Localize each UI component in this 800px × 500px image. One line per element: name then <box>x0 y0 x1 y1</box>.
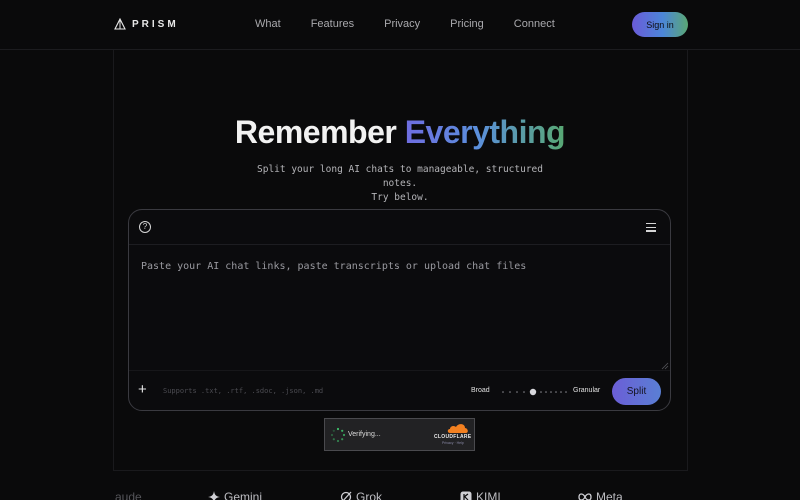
hero-title-part2: Everything <box>404 114 566 150</box>
nav-link-privacy[interactable]: Privacy <box>384 18 420 30</box>
frame-divider-right <box>687 50 688 470</box>
cloudflare-wordmark: CLOUDFLARE <box>434 434 472 440</box>
brand-grok-label: Grok <box>356 490 383 500</box>
add-file-icon[interactable]: + <box>138 382 147 397</box>
brand-kimi: KIMI <box>460 490 501 500</box>
frame-divider-left <box>113 50 114 470</box>
meta-infinity-icon <box>578 493 592 500</box>
brand-grok: Grok <box>340 490 382 500</box>
split-button[interactable]: Split <box>612 378 661 405</box>
brand-meta: Meta <box>578 490 623 500</box>
granularity-left-label: Broad <box>471 387 490 394</box>
resize-grip-icon[interactable] <box>661 362 669 370</box>
cloudflare-logo: CLOUDFLARE Privacy · Help <box>432 423 472 445</box>
chat-input-card: ? + Supports .txt, .rtf, .sdoc, .json, .… <box>128 209 671 411</box>
prism-logo-icon <box>114 18 126 30</box>
sign-in-button[interactable]: Sign in <box>632 12 688 37</box>
brand-claude-label: aude <box>115 490 142 500</box>
nav-links: What Features Privacy Pricing Connect <box>255 18 555 30</box>
hamburger-menu-icon[interactable] <box>646 223 656 232</box>
hero-subtitle: Split your long AI chats to manageable, … <box>240 163 560 205</box>
brand-claude: aude <box>115 490 142 500</box>
captcha-links[interactable]: Privacy · Help <box>442 441 464 445</box>
grok-icon <box>340 491 352 500</box>
captcha-status: Verifying... <box>348 431 381 438</box>
brand-gemini: Gemini <box>208 490 262 500</box>
kimi-icon <box>460 491 472 500</box>
granularity-slider[interactable] <box>501 388 567 396</box>
gemini-sparkle-icon <box>208 491 220 500</box>
hero-subtitle-line2: Try below. <box>371 192 429 203</box>
brand-meta-label: Meta <box>596 490 623 500</box>
editor-footer: + Supports .txt, .rtf, .sdoc, .json, .md… <box>129 370 670 412</box>
supported-formats: Supports .txt, .rtf, .sdoc, .json, .md <box>163 387 324 395</box>
editor-header: ? <box>129 210 670 245</box>
cloudflare-captcha[interactable]: Verifying... CLOUDFLARE Privacy · Help <box>324 418 475 451</box>
granularity-right-label: Granular <box>573 387 601 394</box>
hero-title-part1: Remember <box>234 114 397 150</box>
hero-subtitle-line1: Split your long AI chats to manageable, … <box>257 164 543 189</box>
logo-text: PRISM <box>132 18 179 30</box>
question-circle-icon[interactable]: ? <box>139 221 151 233</box>
brand-gemini-label: Gemini <box>224 490 263 500</box>
nav-link-what[interactable]: What <box>255 18 281 30</box>
logo[interactable]: PRISM <box>114 18 179 30</box>
nav-link-features[interactable]: Features <box>311 18 354 30</box>
slider-thumb <box>529 388 537 396</box>
chat-input-textarea[interactable] <box>141 261 656 369</box>
hero-title: Remember Everything <box>0 114 800 151</box>
top-navbar: PRISM What Features Privacy Pricing Conn… <box>0 0 800 50</box>
cloud-icon <box>447 424 468 433</box>
spinner-icon <box>330 427 346 443</box>
brand-kimi-label: KIMI <box>476 490 501 500</box>
nav-link-connect[interactable]: Connect <box>514 18 555 30</box>
nav-link-pricing[interactable]: Pricing <box>450 18 484 30</box>
